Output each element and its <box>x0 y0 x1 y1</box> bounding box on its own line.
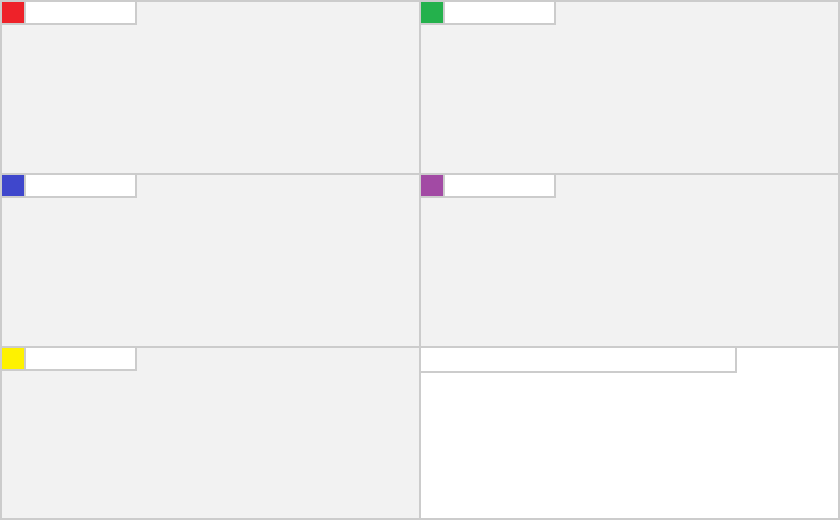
extra-panel <box>419 346 840 520</box>
color-panel-blue <box>0 173 421 348</box>
color-panel-grid <box>0 0 840 520</box>
extra-text-input[interactable] <box>421 348 737 373</box>
color-panel-purple <box>419 173 840 348</box>
color-swatch-yellow[interactable] <box>2 348 26 371</box>
color-name-input-red[interactable] <box>26 2 137 25</box>
color-panel-green <box>419 0 840 175</box>
color-swatch-red[interactable] <box>2 2 26 25</box>
color-swatch-purple[interactable] <box>421 175 445 198</box>
color-name-input-yellow[interactable] <box>26 348 137 371</box>
color-swatch-blue[interactable] <box>2 175 26 198</box>
color-name-input-green[interactable] <box>445 2 556 25</box>
color-name-input-purple[interactable] <box>445 175 556 198</box>
color-name-input-blue[interactable] <box>26 175 137 198</box>
color-panel-yellow <box>0 346 421 520</box>
color-panel-red <box>0 0 421 175</box>
color-swatch-green[interactable] <box>421 2 445 25</box>
